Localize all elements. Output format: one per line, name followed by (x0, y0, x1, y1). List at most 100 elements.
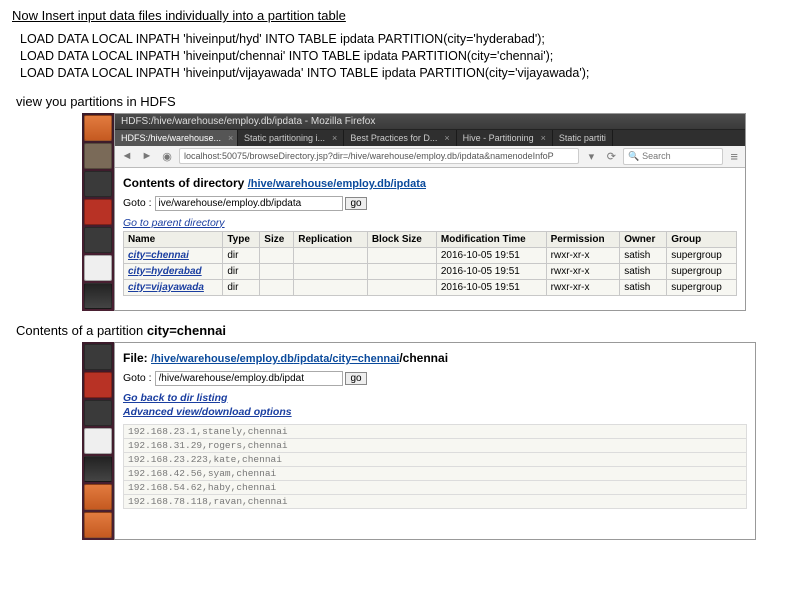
table-row: 192.168.31.29,rogers,chennai (124, 438, 747, 452)
goto-form: Goto : go (123, 196, 737, 211)
path-link[interactable]: /employ.db (333, 178, 390, 190)
dir-link[interactable]: city=vijayawada (128, 282, 204, 293)
path-link[interactable]: /warehouse (176, 353, 237, 365)
browser-tab[interactable]: Hive - Partitioning × (457, 130, 553, 146)
url-input[interactable]: localhost:50075/browseDirectory.jsp?dir=… (179, 148, 579, 164)
go-button[interactable]: go (345, 197, 366, 210)
firefox-window: HDFS:/hive/warehouse/employ.db/ipdata - … (114, 113, 746, 311)
back-icon[interactable]: ◄ (119, 148, 135, 164)
col-name: Name (124, 231, 223, 247)
launcher-icon[interactable] (84, 372, 112, 398)
file-line: 192.168.23.1,stanely,chennai (124, 424, 747, 438)
parent-dir-link[interactable]: Go to parent directory (123, 217, 737, 229)
col-mtime: Modification Time (436, 231, 546, 247)
firefox-window: File: /hive/warehouse/employ.db/ipdata/c… (114, 342, 756, 540)
file-heading: File: /hive/warehouse/employ.db/ipdata/c… (123, 351, 747, 365)
launcher-icon[interactable] (84, 484, 112, 510)
advanced-options-link[interactable]: Advanced view/download options (123, 406, 292, 418)
dir-link[interactable]: city=chennai (128, 250, 189, 261)
cell (294, 279, 368, 295)
launcher-icon[interactable] (84, 456, 112, 482)
col-group: Group (667, 231, 737, 247)
table-row: city=chennai dir 2016-10-05 19:51 rwxr-x… (124, 247, 737, 263)
path-link[interactable]: /city=chennai (329, 353, 399, 365)
menu-icon[interactable]: ≡ (727, 149, 741, 164)
address-bar: ◄ ► ◉ localhost:50075/browseDirectory.js… (115, 146, 745, 168)
screenshot-hdfs-file: File: /hive/warehouse/employ.db/ipdata/c… (82, 342, 782, 540)
label-prefix: Contents of a partition (16, 323, 147, 338)
table-row: 192.168.23.1,stanely,chennai (124, 424, 747, 438)
cell: supergroup (667, 263, 737, 279)
reload-icon[interactable]: ⟳ (603, 148, 619, 164)
col-type: Type (223, 231, 260, 247)
cell: dir (223, 247, 260, 263)
cell (294, 263, 368, 279)
tab-label: Best Practices for D... (350, 133, 437, 143)
launcher-icon[interactable] (84, 143, 112, 169)
dropdown-icon[interactable]: ▾ (583, 148, 599, 164)
path-link[interactable]: /hive (248, 178, 273, 190)
launcher-icon[interactable] (84, 227, 112, 253)
forward-icon[interactable]: ► (139, 148, 155, 164)
path-link[interactable]: /hive (151, 353, 176, 365)
page-content: Contents of directory /hive/warehouse/em… (115, 168, 745, 304)
file-line: 192.168.42.56,syam,chennai (124, 466, 747, 480)
ubuntu-launcher (82, 113, 114, 311)
launcher-icon[interactable] (84, 199, 112, 225)
close-icon[interactable]: × (228, 133, 233, 143)
launcher-icon[interactable] (84, 171, 112, 197)
browser-tab[interactable]: Static partiti (553, 130, 613, 146)
table-row: 192.168.54.62,haby,chennai (124, 480, 747, 494)
cell (294, 247, 368, 263)
partition-name: city=chennai (147, 323, 226, 338)
col-replication: Replication (294, 231, 368, 247)
ubuntu-launcher (82, 342, 114, 540)
close-icon[interactable]: × (541, 133, 546, 143)
path-link[interactable]: /ipdata (294, 353, 329, 365)
close-icon[interactable]: × (332, 133, 337, 143)
launcher-icon[interactable] (84, 283, 112, 309)
dir-heading: Contents of directory /hive/warehouse/em… (123, 176, 737, 190)
browser-tab[interactable]: Static partitioning i... × (238, 130, 344, 146)
launcher-icon[interactable] (84, 400, 112, 426)
window-titlebar: HDFS:/hive/warehouse/employ.db/ipdata - … (115, 114, 745, 130)
file-line: 192.168.23.223,kate,chennai (124, 452, 747, 466)
file-line: 192.168.78.118,ravan,chennai (124, 494, 747, 508)
path-link[interactable]: /employ.db (237, 353, 294, 365)
cell (260, 263, 294, 279)
tab-label: Hive - Partitioning (463, 133, 534, 143)
browser-tab[interactable]: HDFS:/hive/warehouse...× (115, 130, 238, 146)
search-input[interactable]: 🔍 Search (623, 148, 723, 165)
launcher-icon[interactable] (84, 428, 112, 454)
dir-link[interactable]: city=hyderabad (128, 266, 202, 277)
back-to-dir-link[interactable]: Go back to dir listing (123, 392, 227, 404)
view-partitions-label: view you partitions in HDFS (16, 94, 782, 109)
col-permission: Permission (546, 231, 620, 247)
launcher-icon[interactable] (84, 344, 112, 370)
table-row: city=vijayawada dir 2016-10-05 19:51 rwx… (124, 279, 737, 295)
launcher-icon[interactable] (84, 115, 112, 141)
tab-label: Static partitioning i... (244, 133, 325, 143)
path-link[interactable]: /warehouse (273, 178, 334, 190)
file-content-table: 192.168.23.1,stanely,chennai 192.168.31.… (123, 424, 747, 509)
screenshot-hdfs-dir: HDFS:/hive/warehouse/employ.db/ipdata - … (82, 113, 782, 311)
path-link[interactable]: /ipdata (391, 178, 426, 190)
file-line: 192.168.54.62,haby,chennai (124, 480, 747, 494)
dir-listing-table: Name Type Size Replication Block Size Mo… (123, 231, 737, 296)
cell: 2016-10-05 19:51 (436, 279, 546, 295)
goto-input[interactable] (155, 196, 343, 211)
close-icon[interactable]: × (444, 133, 449, 143)
launcher-icon[interactable] (84, 512, 112, 538)
browser-tab[interactable]: Best Practices for D... × (344, 130, 456, 146)
launcher-icon[interactable] (84, 255, 112, 281)
partition-contents-label: Contents of a partition city=chennai (16, 323, 782, 338)
table-row: 192.168.78.118,ravan,chennai (124, 494, 747, 508)
cell (367, 263, 436, 279)
cell: dir (223, 279, 260, 295)
go-button[interactable]: go (345, 372, 366, 385)
cell (260, 247, 294, 263)
cell: supergroup (667, 247, 737, 263)
cell: rwxr-xr-x (546, 263, 620, 279)
table-row: city=hyderabad dir 2016-10-05 19:51 rwxr… (124, 263, 737, 279)
goto-input[interactable] (155, 371, 343, 386)
